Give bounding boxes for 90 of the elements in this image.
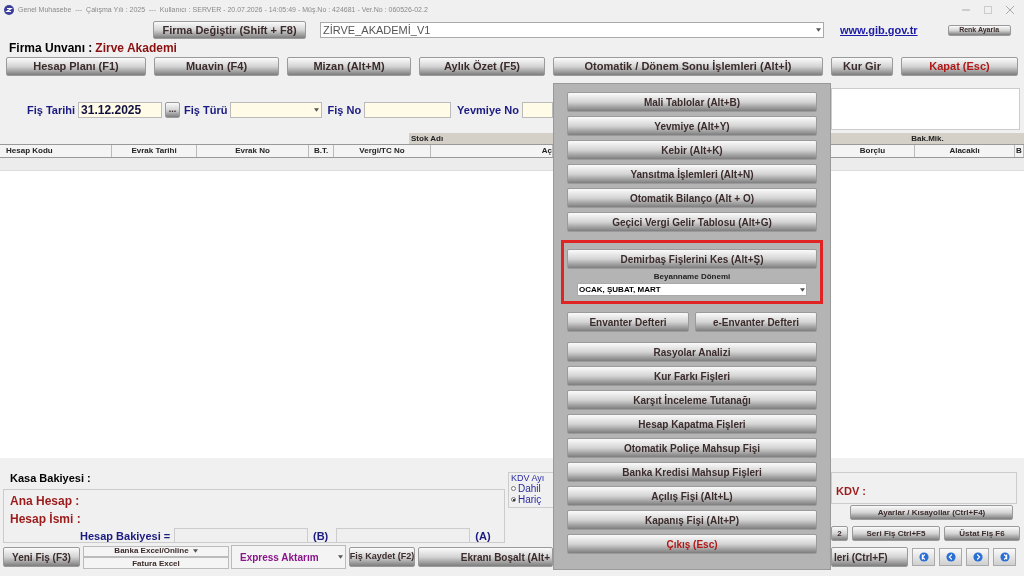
menu-button[interactable]: Kur Farkı Fişleri [567, 366, 817, 386]
account-balance-label: Hesap Bakiyesi = [80, 528, 172, 544]
voucher-type-select[interactable] [230, 102, 323, 118]
toolbar-button[interactable]: Kur Gir [831, 57, 893, 76]
next-icon [972, 552, 983, 562]
date-label: Fiş Tarihi [27, 102, 76, 118]
minimize-icon [962, 6, 970, 14]
navigation-button[interactable] [912, 548, 935, 566]
voucher-number-field[interactable] [364, 102, 452, 118]
menu-button[interactable]: Hesap Kapatma Fişleri [567, 414, 817, 434]
navigation-button[interactable] [939, 548, 962, 566]
journal-number-label: Yevmiye No [457, 102, 519, 118]
toolbar-button[interactable]: Aylık Özet (F5) [419, 57, 545, 76]
voucher-number-label: Fiş No [327, 102, 362, 118]
first-icon [918, 552, 929, 562]
column-header: Vergi/TC No [334, 145, 431, 157]
menu-button[interactable]: Envanter Defteri [567, 312, 689, 332]
toolbar-button[interactable]: Muavin (F4) [154, 57, 279, 76]
account-name-label: Hesap İsmi : [10, 510, 82, 528]
voucher-button[interactable]: Seri Fiş Ctrl+F5 [852, 526, 940, 541]
description-field[interactable] [831, 88, 1020, 130]
menu-button[interactable]: Yansıtma İşlemleri (Alt+N) [567, 164, 817, 184]
voucher-button[interactable]: Üstat Fiş F6 [944, 526, 1020, 541]
menu-button[interactable]: Otomatik Bilanço (Alt + O) [567, 188, 817, 208]
toolbar-button[interactable]: Kapat (Esc) [901, 57, 1018, 76]
voucher-button[interactable]: 2 [831, 526, 848, 541]
menu-button[interactable]: Demirbaş Fişlerini Kes (Alt+Ş) [567, 249, 817, 269]
radio-button[interactable] [511, 486, 516, 491]
radio-label: Hariç [518, 494, 542, 505]
toolbar-button[interactable]: Hesap Planı (F1) [6, 57, 146, 76]
menu-button[interactable]: Kebir (Alt+K) [567, 140, 817, 160]
column-header: B [1015, 145, 1024, 157]
column-header: Alacaklı [915, 145, 1015, 157]
clear-screen-button[interactable]: Ekranı Boşalt (Alt+ [418, 547, 553, 567]
caret-icon [800, 287, 805, 292]
date-picker-button[interactable]: ... [165, 102, 181, 118]
save-voucher-button[interactable]: Fiş Kaydet (F2) [349, 547, 415, 567]
express-transfer-select[interactable]: Express Aktarım [231, 545, 346, 569]
menu-button[interactable]: Geçici Vergi Gelir Tablosu (Alt+G) [567, 212, 817, 232]
caret-icon [816, 28, 821, 32]
radio-button[interactable] [511, 497, 516, 502]
radio-label: Dahil [518, 483, 541, 494]
menu-button[interactable]: Açılış Fişi (Alt+L) [567, 486, 817, 506]
column-group-header: Bak.Mik. [831, 133, 1024, 144]
column-header: Hesap Kodu [0, 145, 112, 157]
maximize-icon [984, 6, 992, 14]
balance-mark: (B) [313, 528, 329, 544]
menu-button[interactable]: Çıkış (Esc) [567, 534, 817, 554]
kdv-group-legend: KDV Ayı [511, 473, 553, 483]
firma-change-button[interactable]: Firma Değiştir (Shift + F8) [153, 21, 306, 39]
menu-button[interactable]: Banka Kredisi Mahsup Fişleri [567, 462, 817, 482]
menu-button[interactable]: Mali Tablolar (Alt+B) [567, 92, 817, 112]
app-icon [4, 5, 14, 15]
caret-icon [192, 549, 198, 553]
column-group-header: Stok Adı [409, 133, 553, 144]
caret-icon [338, 555, 343, 559]
period-select[interactable]: OCAK, ŞUBAT, MART [577, 283, 807, 296]
settings-button[interactable]: Ayarlar / Kısayollar (Ctrl+F4) [850, 505, 1013, 520]
column-header: Evrak No [197, 145, 309, 157]
company-title-label: Firma Unvanı : [9, 40, 93, 57]
balance-mark: (A) [475, 528, 491, 544]
company-name: Zirve Akademi [95, 40, 177, 57]
period-label: Beyanname Dönemi [653, 271, 731, 283]
main-account-label: Ana Hesap : [10, 492, 81, 510]
gib-link[interactable]: www.gib.gov.tr [840, 21, 918, 39]
bank-import-select[interactable]: Banka Excel/Online [83, 545, 229, 557]
caret-icon [314, 108, 320, 112]
menu-button[interactable]: Yevmiye (Alt+Y) [567, 116, 817, 136]
menu-button[interactable]: Karşıt İnceleme Tutanağı [567, 390, 817, 410]
toolbar-button[interactable]: leri (Ctrl+F) [831, 547, 908, 567]
column-header: Evrak Tarihi [112, 145, 197, 157]
menu-button[interactable]: Rasyolar Analizi [567, 342, 817, 362]
menu-button[interactable]: e-Envanter Defteri [695, 312, 817, 332]
previous-icon [945, 552, 956, 562]
menu-button[interactable]: Otomatik Poliçe Mahsup Fişi [567, 438, 817, 458]
voucher-type-label: Fiş Türü [184, 102, 228, 118]
toolbar-button[interactable]: Mizan (Alt+M) [287, 57, 411, 76]
column-header: B.T. [309, 145, 334, 157]
last-icon [999, 552, 1010, 562]
close-icon [1006, 6, 1014, 14]
cash-balance-label: Kasa Bakiyesi : [10, 471, 92, 486]
new-voucher-button[interactable]: Yeni Fiş (F3) [3, 547, 80, 567]
date-field[interactable]: 31.12.2025 [78, 102, 163, 118]
kdv-label: KDV : [836, 483, 866, 499]
toolbar-button[interactable]: Otomatik / Dönem Sonu İşlemleri (Alt+İ) [553, 57, 823, 76]
menu-button[interactable]: Kapanış Fişi (Alt+P) [567, 510, 817, 530]
navigation-button[interactable] [966, 548, 989, 566]
navigation-button[interactable] [993, 548, 1016, 566]
journal-number-field[interactable] [521, 102, 553, 118]
company-select[interactable]: ZİRVE_AKADEMİ_V1 [320, 22, 824, 38]
